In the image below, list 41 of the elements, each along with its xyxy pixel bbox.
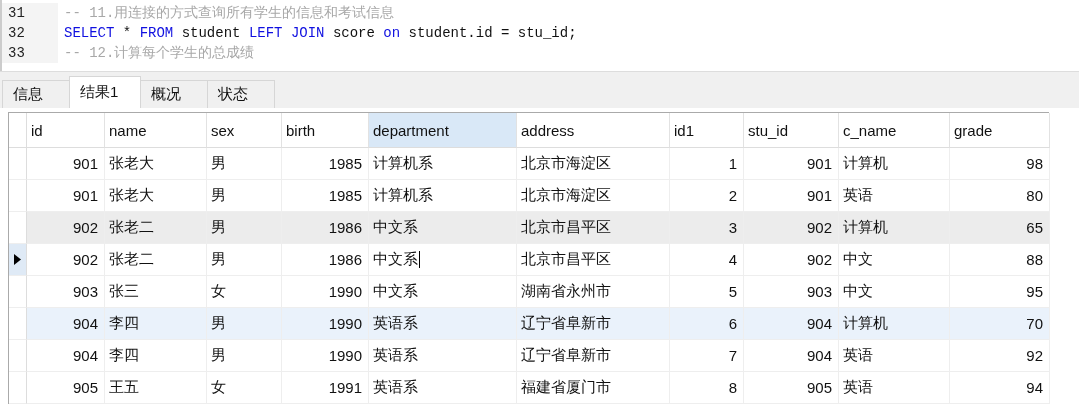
row-pointer-icon bbox=[14, 254, 21, 265]
table-row[interactable]: 904 李四 男 1990 英语系 辽宁省阜新市 7 904 英语 92 bbox=[9, 340, 1049, 372]
table-cell: 英语 bbox=[839, 372, 950, 404]
line-number: 32 bbox=[2, 23, 58, 43]
table-cell: 英语系 bbox=[369, 372, 517, 404]
text-cursor bbox=[419, 251, 420, 268]
line-number: 33 bbox=[2, 43, 58, 63]
column-header[interactable]: c_name bbox=[839, 113, 950, 148]
table-cell: 905 bbox=[744, 372, 839, 404]
table-cell: 福建省厦门市 bbox=[517, 372, 670, 404]
column-header[interactable]: address bbox=[517, 113, 670, 148]
column-header[interactable]: sex bbox=[207, 113, 282, 148]
column-header[interactable]: name bbox=[105, 113, 207, 148]
row-header[interactable] bbox=[9, 244, 27, 276]
table-row[interactable]: 901 张老大 男 1985 计算机系 北京市海淀区 1 901 计算机 98 bbox=[9, 148, 1049, 180]
sql-statement: SELECT * FROM student LEFT JOIN score on student.id = stu_id; bbox=[63, 25, 577, 41]
table-cell: 905 bbox=[27, 372, 105, 404]
table-row[interactable]: 904 李四 男 1990 英语系 辽宁省阜新市 6 904 计算机 70 bbox=[9, 308, 1049, 340]
column-header[interactable]: birth bbox=[282, 113, 369, 148]
result-tab[interactable]: 结果1 bbox=[69, 76, 141, 108]
column-header[interactable]: department bbox=[369, 113, 517, 148]
column-header[interactable]: id1 bbox=[670, 113, 744, 148]
table-row[interactable]: 903 张三 女 1990 中文系 湖南省永州市 5 903 中文 95 bbox=[9, 276, 1049, 308]
line-number: 31 bbox=[2, 3, 58, 23]
table-cell: 王五 bbox=[105, 372, 207, 404]
table-row[interactable]: 905 王五 女 1991 英语系 福建省厦门市 8 905 英语 94 bbox=[9, 372, 1049, 404]
column-header[interactable]: stu_id bbox=[744, 113, 839, 148]
table-cell: 女 bbox=[207, 372, 282, 404]
column-header[interactable]: grade bbox=[950, 113, 1050, 148]
table-cell: 1991 bbox=[282, 372, 369, 404]
result-tab[interactable]: 状态 bbox=[207, 80, 275, 108]
result-tab[interactable]: 信息 bbox=[2, 80, 70, 108]
corner-header bbox=[9, 113, 27, 148]
code-comment: -- 12.计算每个学生的总成绩 bbox=[63, 44, 255, 62]
table-row[interactable]: 902 张老二 男 1986 中文系 北京市昌平区 3 902 计算机 65 bbox=[9, 212, 1049, 244]
table-row[interactable]: 901 张老大 男 1985 计算机系 北京市海淀区 2 901 英语 80 bbox=[9, 180, 1049, 212]
table-cell: 94 bbox=[950, 372, 1050, 404]
code-comment: -- 11.用连接的方式查询所有学生的信息和考试信息 bbox=[63, 4, 395, 22]
table-row[interactable]: 902 张老二 男 1986 中文系 北京市昌平区 4 902 中文 88 bbox=[9, 244, 1049, 276]
column-header[interactable]: id bbox=[27, 113, 105, 148]
table-cell: 8 bbox=[670, 372, 744, 404]
